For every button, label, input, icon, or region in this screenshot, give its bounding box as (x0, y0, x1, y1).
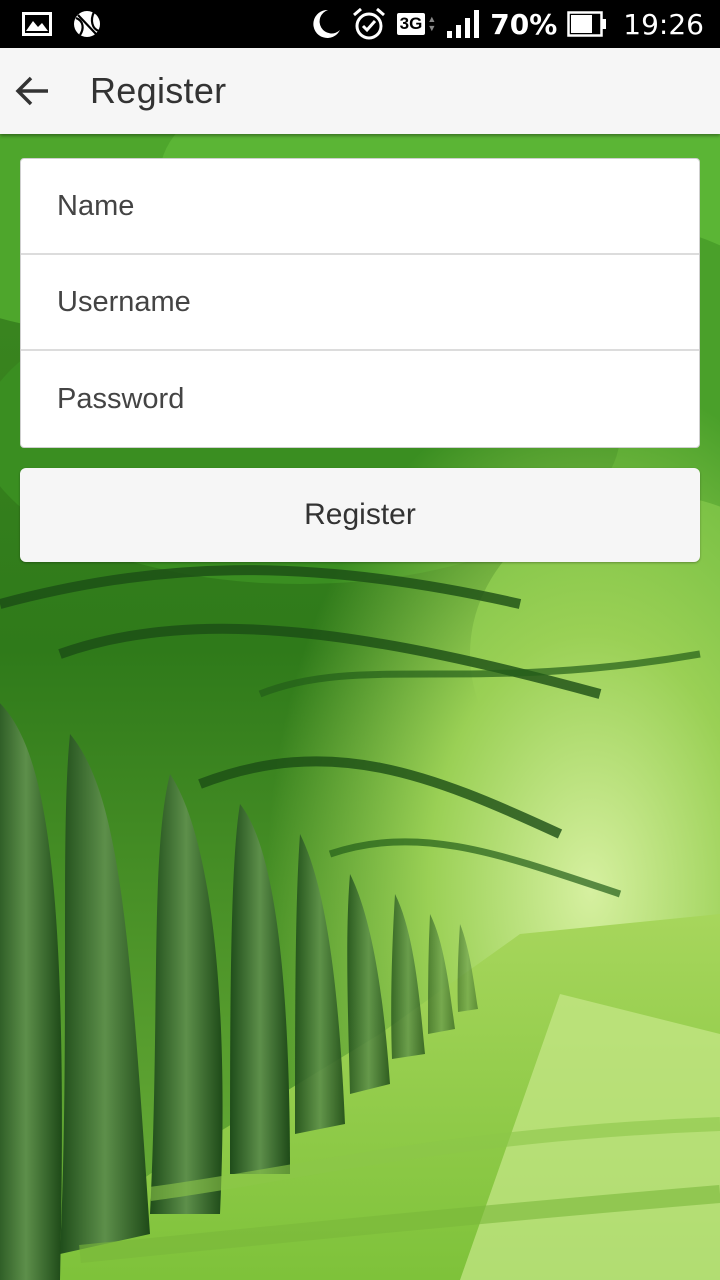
battery-icon (567, 11, 607, 37)
moon-icon (313, 9, 340, 38)
data-arrows-icon: ▲ ▼ (427, 14, 437, 33)
register-button[interactable]: Register (20, 468, 700, 562)
status-bar: 3G ▲ ▼ 70% 19:26 (0, 0, 720, 48)
alarm-icon (352, 7, 385, 40)
network-type: 3G (396, 13, 426, 35)
ball-icon (74, 11, 100, 37)
name-row (21, 159, 699, 255)
password-input[interactable] (55, 381, 659, 417)
name-input[interactable] (55, 188, 659, 224)
arrow-left-icon (15, 76, 48, 106)
username-row (21, 255, 699, 351)
app-bar: Register (0, 48, 720, 134)
username-input[interactable] (55, 284, 659, 320)
page-title: Register (90, 70, 227, 111)
password-row (21, 351, 699, 447)
gallery-icon (22, 12, 52, 36)
signal-icon (447, 10, 480, 38)
battery-percent: 70% (490, 7, 558, 41)
register-form (20, 158, 700, 448)
back-button[interactable] (0, 48, 64, 134)
clock: 19:26 (623, 7, 704, 41)
